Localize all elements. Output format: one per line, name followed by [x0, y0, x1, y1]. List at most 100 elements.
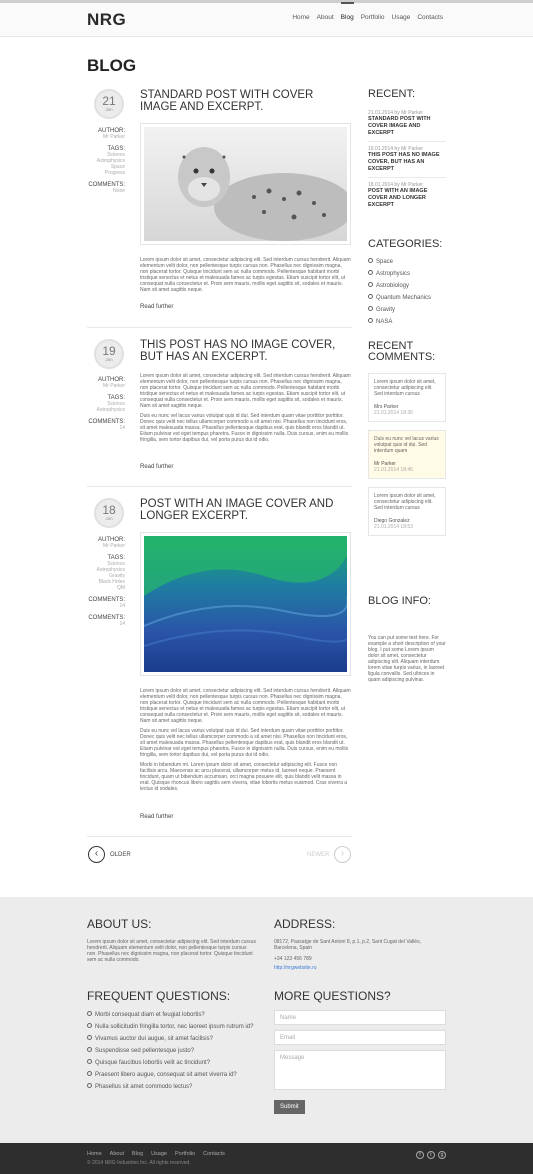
comment-card[interactable]: Duis eu nunc vel lacus varius volutpat q…	[368, 430, 446, 479]
logo[interactable]: NRG	[87, 10, 126, 30]
comment-time: 21.01.2014 18:53	[374, 524, 413, 530]
footer-nav-contacts[interactable]: Contacts	[203, 1151, 225, 1157]
phone-text: +34 123 456 789	[274, 956, 312, 962]
faq-item[interactable]: Nulla sollicitudin fringilla tortor, nec…	[87, 1023, 267, 1030]
faq-section: FREQUENT QUESTIONS: Morbi consequat diam…	[87, 989, 267, 1095]
newer-link[interactable]: NEWER	[307, 852, 329, 858]
footer-nav: Home About Blog Usage Portfolio Contacts	[87, 1151, 225, 1157]
footer-nav-usage[interactable]: Usage	[151, 1151, 167, 1157]
recent-post[interactable]: 21.01.2014 by Mr Parker STANDARD POST WIT…	[368, 106, 446, 142]
faq-link[interactable]: Vivamus auctor dui augue, sit amet facil…	[95, 1036, 213, 1042]
author-value[interactable]: Mr Parker	[87, 134, 125, 140]
website-link[interactable]: http://nrgwebsite.ru	[274, 965, 446, 971]
comment-text: Lorem ipsum dolor sit amet, consectetur …	[374, 493, 436, 511]
category-item[interactable]: Quantum Mechanics	[368, 294, 446, 301]
recent-post[interactable]: 18.01.2014 by Mr Parker POST WITH AN IMAG…	[368, 178, 446, 213]
comments-count[interactable]: 14	[87, 621, 125, 627]
faq-item[interactable]: Suspendisse sed pellentesque justo?	[87, 1047, 267, 1054]
faq-link[interactable]: Praesent libero augue, consequat sit ame…	[95, 1072, 237, 1078]
nav-home[interactable]: Home	[292, 14, 309, 21]
bullet-icon	[368, 306, 373, 311]
nav-blog[interactable]: Blog	[340, 2, 354, 21]
recent-title-link[interactable]: POST WITH AN IMAGE COVER AND LONGER EXCE…	[368, 188, 446, 209]
footer-nav-home[interactable]: Home	[87, 1151, 102, 1157]
recent-title-link[interactable]: STANDARD POST WITH COVER IMAGE AND EXCER…	[368, 116, 446, 137]
comments-count[interactable]: 14	[87, 425, 125, 431]
faq-link[interactable]: Phasellus sit amet commodo lectus?	[95, 1084, 192, 1090]
recent-comments-widget: RECENT COMMENTS: Lorem ipsum dolor sit a…	[368, 341, 446, 544]
category-label[interactable]: Astrophysics	[376, 271, 410, 277]
faq-title: FREQUENT QUESTIONS:	[87, 989, 231, 1003]
newer-arrow-icon[interactable]: ›	[334, 846, 351, 863]
comment-text: Duis eu nunc vel lacus varius volutpat q…	[374, 436, 439, 454]
tag[interactable]: Progress	[87, 170, 125, 176]
comment-time: 21.01.2014 18:45	[374, 467, 413, 473]
faq-item[interactable]: Vivamus auctor dui augue, sit amet facil…	[87, 1035, 267, 1042]
nav-about[interactable]: About	[317, 14, 334, 21]
post-day: 19	[102, 344, 116, 358]
google-plus-icon[interactable]: g	[438, 1151, 446, 1159]
category-item[interactable]: NASA	[368, 318, 446, 325]
category-label[interactable]: Gravity	[376, 307, 395, 313]
comment-card[interactable]: Lorem ipsum dolor sit amet, consectetur …	[368, 487, 446, 536]
comment-card[interactable]: Lorem ipsum dolor sit amet, consectetur …	[368, 373, 446, 422]
author-value[interactable]: Mr Parker	[87, 383, 125, 389]
category-item[interactable]: Space	[368, 258, 446, 265]
email-field[interactable]: Email	[274, 1030, 446, 1045]
post-month: Jan	[105, 107, 113, 112]
divider	[87, 486, 352, 487]
post-excerpt: Lorem ipsum dolor sit amet, consectetur …	[140, 373, 351, 447]
footer-nav-blog[interactable]: Blog	[132, 1151, 143, 1157]
name-field[interactable]: Name	[274, 1010, 446, 1025]
blog-info-widget: BLOG INFO: You can put some text here. F…	[368, 595, 446, 684]
read-further-link[interactable]: Read further	[140, 814, 173, 820]
post-title[interactable]: THIS POST HAS NO IMAGE COVER, BUT HAS AN…	[140, 339, 340, 363]
faq-link[interactable]: Morbi consequat diam et feugiat lobortis…	[95, 1012, 205, 1018]
faq-link[interactable]: Suspendisse sed pellentesque justo?	[95, 1048, 194, 1054]
category-label[interactable]: Space	[376, 259, 393, 265]
submit-button[interactable]: Submit	[274, 1100, 305, 1114]
read-further-link[interactable]: Read further	[140, 464, 173, 470]
message-field[interactable]: Message	[274, 1050, 446, 1090]
facebook-icon[interactable]: f	[416, 1151, 424, 1159]
category-label[interactable]: NASA	[376, 319, 392, 325]
recent-post[interactable]: 19.01.2014 by Mr Parker THIS POST HAS NO …	[368, 142, 446, 178]
excerpt-paragraph: Morbi in bibendum mi. Lorem ipsum dolor …	[140, 762, 348, 792]
faq-link[interactable]: Quisque faucibus lobortis velit ac tinci…	[95, 1060, 210, 1066]
category-item[interactable]: Astrophysics	[368, 270, 446, 277]
faq-item[interactable]: Phasellus sit amet commodo lectus?	[87, 1083, 267, 1090]
author-value[interactable]: Mr Parker	[87, 543, 125, 549]
post-title[interactable]: POST WITH AN IMAGE COVER AND LONGER EXCE…	[140, 498, 340, 522]
nav-usage[interactable]: Usage	[392, 14, 411, 21]
post-meta: AUTHOR: Mr Parker TAGS: Science Astrophy…	[87, 531, 125, 627]
older-arrow-icon[interactable]: ‹	[88, 846, 105, 863]
comments-count[interactable]: None	[87, 188, 125, 194]
older-link[interactable]: OLDER	[110, 852, 131, 858]
nav-contacts[interactable]: Contacts	[417, 14, 443, 21]
blog-info-title: BLOG INFO:	[368, 595, 431, 607]
post-day: 21	[102, 94, 116, 108]
category-label[interactable]: Astrobiology	[376, 283, 409, 289]
footer-nav-about[interactable]: About	[110, 1151, 124, 1157]
faq-item[interactable]: Quisque faucibus lobortis velit ac tinci…	[87, 1059, 267, 1066]
tag[interactable]: Astrophysics	[87, 407, 125, 413]
faq-item[interactable]: Praesent libero augue, consequat sit ame…	[87, 1071, 267, 1078]
faq-item[interactable]: Morbi consequat diam et feugiat lobortis…	[87, 1011, 267, 1018]
category-item[interactable]: Astrobiology	[368, 282, 446, 289]
tag[interactable]: QM	[87, 585, 125, 591]
wave-image	[143, 536, 352, 672]
faq-link[interactable]: Nulla sollicitudin fringilla tortor, nec…	[95, 1024, 253, 1030]
twitter-icon[interactable]: t	[427, 1151, 435, 1159]
category-label[interactable]: Quantum Mechanics	[376, 295, 431, 301]
category-item[interactable]: Gravity	[368, 306, 446, 313]
recent-title-link[interactable]: THIS POST HAS NO IMAGE COVER, BUT HAS AN…	[368, 152, 446, 173]
post-date: 19 Jan	[94, 339, 124, 369]
footer-nav-portfolio[interactable]: Portfolio	[175, 1151, 195, 1157]
read-further-link[interactable]: Read further	[140, 304, 173, 310]
post-cover-image[interactable]	[140, 123, 354, 245]
nav-portfolio[interactable]: Portfolio	[361, 14, 385, 21]
post-cover-image[interactable]	[140, 532, 352, 676]
comments-count[interactable]: 14	[87, 603, 125, 609]
post-title[interactable]: STANDARD POST WITH COVER IMAGE AND EXCER…	[140, 89, 340, 113]
address-title: ADDRESS:	[274, 917, 336, 931]
